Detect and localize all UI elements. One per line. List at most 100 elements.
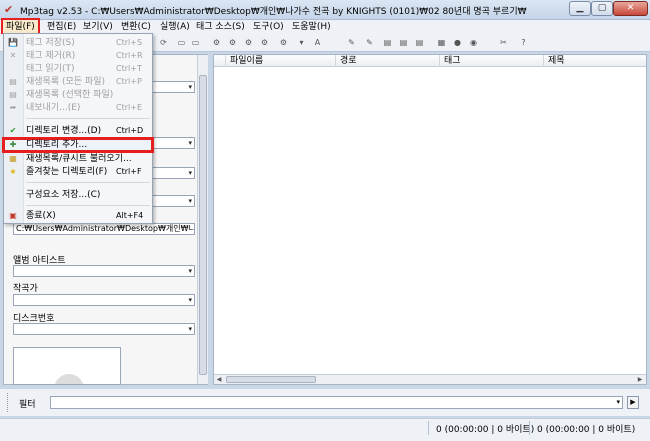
- toolbar-pencil-icon[interactable]: ✎: [364, 37, 375, 48]
- status-divider: [428, 421, 429, 435]
- chevron-down-icon[interactable]: ▾: [188, 168, 192, 178]
- toolbar-help-icon[interactable]: ?: [518, 37, 529, 48]
- toolbar-print-preview-icon[interactable]: ▭: [190, 37, 201, 48]
- favorites-star-icon: ★: [9, 167, 17, 176]
- scrollbar-thumb[interactable]: [199, 75, 207, 375]
- column-title[interactable]: 제목: [544, 55, 646, 67]
- album-artist-combo[interactable]: ▾: [13, 265, 195, 277]
- change-directory-icon: ✔: [9, 126, 17, 135]
- toolbar-filename-to-tag-icon[interactable]: ⚙: [227, 37, 238, 48]
- toolbar-tools-icon[interactable]: ✂: [498, 37, 509, 48]
- column-filename[interactable]: 파일이름: [226, 55, 336, 67]
- menu-item-read-tag[interactable]: 태그 읽기(T) Ctrl+T: [4, 63, 152, 75]
- menu-convert[interactable]: 변환(C): [118, 20, 154, 34]
- exit-icon: ▣: [9, 211, 17, 220]
- menu-edit[interactable]: 편집(E): [44, 20, 79, 34]
- tag-panel-scrollbar[interactable]: [197, 55, 208, 384]
- export-icon: ➦: [9, 103, 17, 112]
- toolbar-tag-to-filename-icon[interactable]: ⚙: [211, 37, 222, 48]
- add-directory-icon: ✚: [9, 140, 17, 149]
- menu-item-remove-tag[interactable]: ✕ 태그 제거(R) Ctrl+R: [4, 50, 152, 62]
- menu-separator: [26, 205, 150, 206]
- column-path[interactable]: 경로: [336, 55, 440, 67]
- directory-path-value: C:₩Users₩Administrator₩Desktop₩개인₩니: [16, 224, 195, 233]
- playlist-icon: ▤: [9, 77, 17, 86]
- playlist-selected-icon: ▤: [9, 90, 17, 99]
- app-logo-icon: ✔: [4, 3, 14, 16]
- filter-apply-button[interactable]: ▶: [627, 396, 639, 409]
- chevron-down-icon[interactable]: ▾: [188, 324, 192, 334]
- chevron-down-icon[interactable]: ▾: [188, 266, 192, 276]
- close-button[interactable]: ✕: [613, 1, 648, 16]
- menu-file[interactable]: 파일(F): [1, 18, 40, 36]
- menu-item-save-configuration[interactable]: 구성요소 저장...(C): [4, 189, 152, 201]
- chevron-down-icon[interactable]: ▾: [188, 82, 192, 92]
- chevron-down-icon[interactable]: ▾: [188, 295, 192, 305]
- remove-icon: ✕: [9, 51, 17, 60]
- toolbar-text-to-tag-icon[interactable]: ⚙: [243, 37, 254, 48]
- menu-item-export[interactable]: ➦ 내보내기...(E) Ctrl+E: [4, 102, 152, 114]
- toolbar-folder-icon[interactable]: ▤: [414, 37, 425, 48]
- window-title: Mp3tag v2.53 - C:₩Users₩Administrator₩De…: [20, 7, 527, 17]
- menu-actions[interactable]: 실행(A): [157, 20, 193, 34]
- cover-placeholder-icon: [54, 374, 84, 384]
- menu-item-exit[interactable]: ▣ 종료(X) Alt+F4: [4, 210, 152, 222]
- status-divider: [529, 421, 530, 435]
- filter-input[interactable]: ▾: [50, 396, 623, 409]
- menu-bar: 파일(F) 편집(E) 보기(V) 변환(C) 실행(A) 태그 소스(S) 도…: [0, 18, 650, 36]
- toolbar-print-icon[interactable]: ▭: [176, 37, 187, 48]
- toolbar-case-icon[interactable]: ⚙: [278, 37, 289, 48]
- composer-label: 작곡가: [13, 284, 38, 294]
- menu-separator: [26, 182, 150, 183]
- filter-label: 필터: [19, 400, 36, 410]
- load-playlist-icon: ▦: [9, 154, 17, 163]
- maximize-button[interactable]: ▢: [591, 1, 613, 16]
- column-status[interactable]: [214, 55, 226, 67]
- menu-separator: [26, 118, 150, 119]
- title-bar: ✔ Mp3tag v2.53 - C:₩Users₩Administrator₩…: [0, 0, 650, 20]
- menu-item-save-tag[interactable]: 💾 태그 저장(S) Ctrl+S: [4, 37, 152, 49]
- scroll-right-icon[interactable]: ▶: [635, 375, 645, 384]
- status-bar: 0 (00:00:00 | 0 바이트) 0 (00:00:00 | 0 바이트…: [0, 418, 650, 441]
- minimize-button[interactable]: ▁: [569, 1, 591, 16]
- toolbar-calendar-icon[interactable]: ▦: [436, 37, 447, 48]
- toolbar-list-icon[interactable]: ▤: [398, 37, 409, 48]
- toolbar-globe-icon[interactable]: ●: [452, 37, 463, 48]
- toolbar-disc-icon[interactable]: ◉: [468, 37, 479, 48]
- menu-tag-sources[interactable]: 태그 소스(S): [193, 20, 248, 34]
- menu-item-change-directory[interactable]: ✔ 디렉토리 변경...(D) Ctrl+D: [4, 125, 152, 137]
- scroll-left-icon[interactable]: ◀: [214, 375, 224, 384]
- menu-item-favorite-directories[interactable]: ★ 즐겨찾는 디렉토리(F) Ctrl+F: [4, 166, 152, 178]
- menu-help[interactable]: 도움말(H): [289, 20, 334, 34]
- save-icon: 💾: [8, 38, 18, 47]
- menu-item-add-directory[interactable]: ✚ 디렉토리 추가...: [2, 137, 154, 153]
- composer-combo[interactable]: ▾: [13, 294, 195, 306]
- toolbar-document-icon[interactable]: ▤: [382, 37, 393, 48]
- chevron-down-icon[interactable]: ▾: [188, 138, 192, 148]
- menu-item-playlist-selected[interactable]: ▤ 재생목록 (선택한 파일): [4, 89, 152, 101]
- discnumber-combo[interactable]: ▾: [13, 323, 195, 335]
- chevron-down-icon[interactable]: ▾: [188, 196, 192, 206]
- toolbar-edit-icon[interactable]: ✎: [346, 37, 357, 48]
- scrollbar-thumb[interactable]: [226, 376, 316, 383]
- file-list-hscrollbar[interactable]: ◀ ▶: [214, 374, 646, 384]
- cover-art-box[interactable]: [13, 347, 121, 385]
- toolbar-format-icon[interactable]: A: [312, 37, 323, 48]
- directory-path-combo[interactable]: C:₩Users₩Administrator₩Desktop₩개인₩니: [13, 223, 195, 235]
- file-menu-dropdown: 💾 태그 저장(S) Ctrl+S ✕ 태그 제거(R) Ctrl+R 태그 읽…: [2, 33, 154, 224]
- column-tag[interactable]: 태그: [440, 55, 544, 67]
- status-total: 0 (00:00:00 | 0 바이트): [537, 425, 636, 435]
- grip-handle[interactable]: [7, 393, 11, 412]
- menu-item-load-playlist[interactable]: ▦ 재생목록/큐시트 불러오기...: [4, 153, 152, 165]
- toolbar-tag-to-tag-icon[interactable]: ⚙: [259, 37, 270, 48]
- file-list[interactable]: 파일이름 경로 태그 제목 ◀ ▶: [213, 54, 647, 385]
- menu-view[interactable]: 보기(V): [80, 20, 116, 34]
- menu-tools[interactable]: 도구(O): [250, 20, 287, 34]
- chevron-down-icon[interactable]: ▾: [616, 398, 620, 406]
- file-list-header: 파일이름 경로 태그 제목: [214, 55, 646, 67]
- menu-item-playlist-all[interactable]: ▤ 재생목록 (모든 파일) Ctrl+P: [4, 76, 152, 88]
- toolbar-refresh-icon[interactable]: ⟳: [158, 37, 169, 48]
- status-selected: 0 (00:00:00 | 0 바이트): [436, 425, 535, 435]
- toolbar-filter-icon[interactable]: ▾: [296, 37, 307, 48]
- filter-bar: 필터 ▾ ▶: [0, 389, 650, 416]
